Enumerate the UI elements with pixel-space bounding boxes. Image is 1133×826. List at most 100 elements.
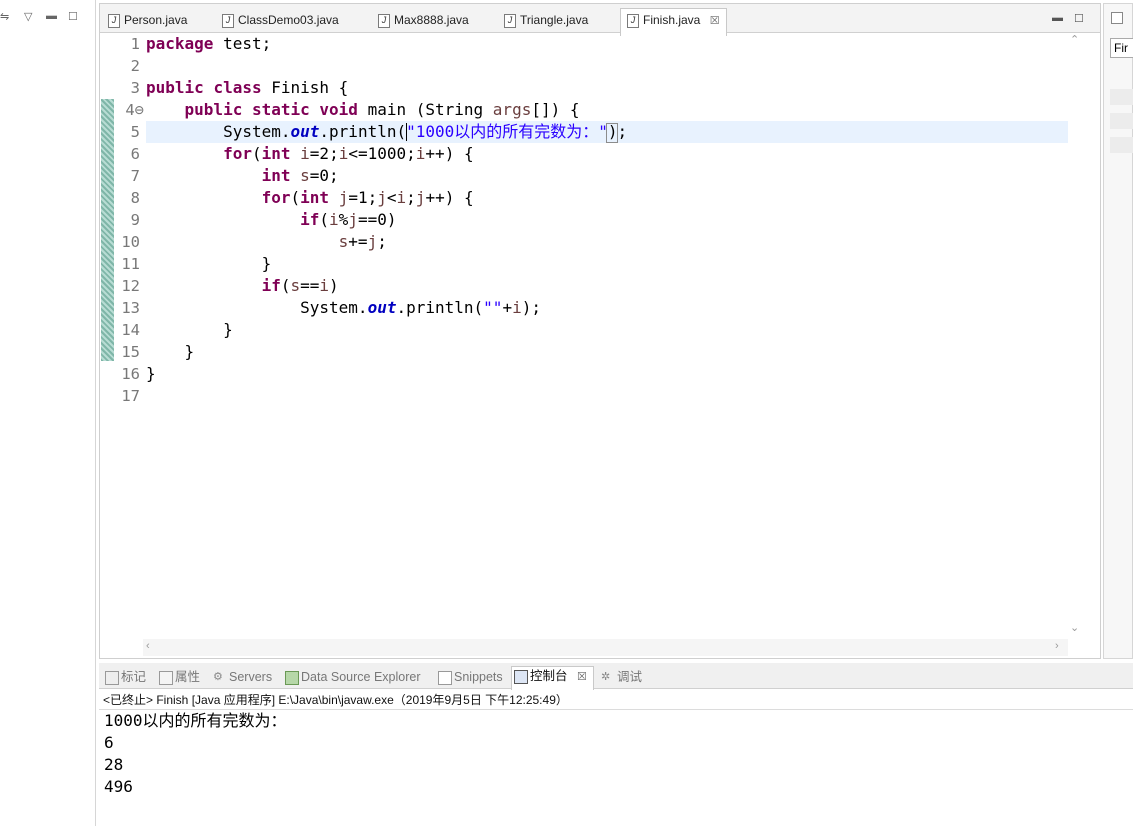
code-line-9: if(i%j==0) (300, 210, 397, 229)
line-number: 9 (130, 211, 140, 229)
change-ruler (101, 99, 114, 361)
code-line-15: } (146, 342, 195, 361)
close-tab-icon[interactable]: ☒ (577, 671, 587, 683)
tab-console[interactable]: 控制台 ☒ (511, 666, 594, 690)
code-line-1: package test; (146, 34, 272, 53)
maximize-editor-icon[interactable]: ☐ (1074, 12, 1084, 25)
tab-debug[interactable]: ✲ 调试 (599, 668, 642, 688)
markers-icon (105, 671, 119, 685)
data-source-icon (285, 671, 299, 685)
code-editor[interactable]: package test; public class Finish { publ… (146, 33, 1068, 639)
left-view-strip: ⇋ ▽ ▬ ☐ (0, 0, 96, 826)
sync-icon[interactable]: ⇋ (0, 10, 9, 23)
line-number: 8 (130, 189, 140, 207)
tab-snippets[interactable]: Snippets (436, 668, 503, 688)
outline-icon (1111, 12, 1123, 24)
servers-icon: ⚙ (213, 671, 223, 683)
line-number-fold[interactable]: 4⊖ (125, 99, 144, 121)
line-number: 10 (121, 233, 140, 251)
text-caret (406, 123, 407, 141)
tab-label: Triangle.java (520, 13, 589, 27)
tab-max8888-java[interactable]: J Max8888.java (372, 9, 469, 34)
tab-label: Max8888.java (394, 13, 469, 27)
console-output-line: 6 (104, 733, 114, 752)
tab-label: 属性 (175, 670, 201, 684)
line-number: 17 (121, 387, 140, 405)
java-file-icon: J (378, 14, 390, 28)
tab-label: 调试 (617, 670, 643, 684)
console-icon (514, 670, 528, 684)
editor-tab-bar: J Person.java J ClassDemo03.java J Max88… (99, 3, 1101, 36)
maximize-icon[interactable]: ☐ (68, 10, 78, 23)
vertical-scrollbar[interactable]: ⌃ ⌄ (1068, 33, 1082, 639)
console-output-line: 28 (104, 755, 124, 774)
horizontal-scrollbar[interactable]: ‹ › (143, 639, 1068, 656)
line-number: 14 (121, 321, 140, 339)
tab-label: Finish.java (643, 13, 701, 27)
bracket-match-highlight (606, 123, 618, 143)
outline-row (1110, 89, 1133, 105)
line-number: 2 (130, 57, 140, 75)
line-number: 13 (121, 299, 140, 317)
code-line-14: } (146, 320, 233, 339)
tab-finish-java[interactable]: J Finish.java ☒ (620, 8, 727, 36)
minimize-editor-icon[interactable]: ▬ (1052, 12, 1063, 24)
tab-data-source-explorer[interactable]: Data Source Explorer (283, 668, 421, 688)
properties-icon (159, 671, 173, 685)
scroll-right-arrow-icon[interactable]: › (1055, 640, 1059, 652)
code-line-12: if(s==i) (261, 276, 339, 295)
tab-label: Snippets (454, 670, 503, 684)
line-number: 16 (121, 365, 140, 383)
scroll-up-arrow-icon[interactable]: ⌃ (1070, 33, 1079, 46)
bottom-view-tab-bar: 标记 属性 ⚙ Servers Data Source Explorer Sni… (99, 663, 1133, 690)
tab-label: 标记 (121, 670, 147, 684)
java-file-icon: J (108, 14, 120, 28)
tab-markers[interactable]: 标记 (103, 668, 146, 688)
tab-triangle-java[interactable]: J Triangle.java (498, 9, 588, 34)
line-number: 1 (130, 35, 140, 53)
line-number: 12 (121, 277, 140, 295)
tab-label: 控制台 (530, 669, 568, 683)
outline-filter-input[interactable]: Fir (1110, 38, 1133, 58)
tab-label: Person.java (124, 13, 188, 27)
java-file-icon: J (222, 14, 234, 28)
code-line-10: s+=j; (338, 232, 387, 251)
java-file-icon: J (504, 14, 516, 28)
console-output-line: 1000以内的所有完数为： (104, 711, 287, 730)
tab-servers[interactable]: ⚙ Servers (211, 668, 272, 688)
minimize-icon[interactable]: ▬ (46, 10, 57, 22)
java-file-icon: J (627, 14, 639, 28)
scroll-left-arrow-icon[interactable]: ‹ (146, 640, 150, 652)
code-line-3: public class Finish { (146, 78, 349, 97)
outline-row (1110, 137, 1133, 153)
left-view-toolbar: ⇋ ▽ ▬ ☐ (0, 0, 96, 34)
outline-view: Fir (1103, 3, 1133, 659)
line-number: 11 (121, 255, 140, 273)
line-number: 15 (121, 343, 140, 361)
code-line-6: for(int i=2;i<=1000;i++) { (223, 144, 474, 163)
code-line-5: System.out.println("1000以内的所有完数为："); (223, 122, 628, 141)
view-menu-icon[interactable]: ▽ (24, 10, 32, 23)
outline-row (1110, 113, 1133, 129)
line-number: 5 (130, 123, 140, 141)
tab-person-java[interactable]: J Person.java (102, 9, 187, 34)
tab-properties[interactable]: 属性 (157, 668, 200, 688)
console-status-line: <已终止> Finish [Java 应用程序] E:\Java\bin\jav… (103, 693, 568, 707)
scroll-down-arrow-icon[interactable]: ⌄ (1070, 621, 1079, 634)
tab-classdemo03-java[interactable]: J ClassDemo03.java (216, 9, 339, 34)
code-line-7: int s=0; (261, 166, 339, 185)
line-number: 6 (130, 145, 140, 163)
tab-label: Data Source Explorer (301, 670, 421, 684)
line-number: 3 (130, 79, 140, 97)
code-line-16: } (146, 364, 156, 383)
code-line-4: public static void main (String args[]) … (184, 100, 580, 119)
console-output[interactable]: 1000以内的所有完数为： 6 28 496 (104, 710, 1124, 820)
code-line-11: } (146, 254, 272, 273)
code-line-8: for(int j=1;j<i;j++) { (261, 188, 474, 207)
debug-icon: ✲ (601, 671, 611, 683)
tab-label: Servers (229, 670, 273, 684)
console-output-line: 496 (104, 777, 133, 796)
snippets-icon (438, 671, 452, 685)
line-number: 7 (130, 167, 140, 185)
close-tab-icon[interactable]: ☒ (710, 15, 720, 27)
